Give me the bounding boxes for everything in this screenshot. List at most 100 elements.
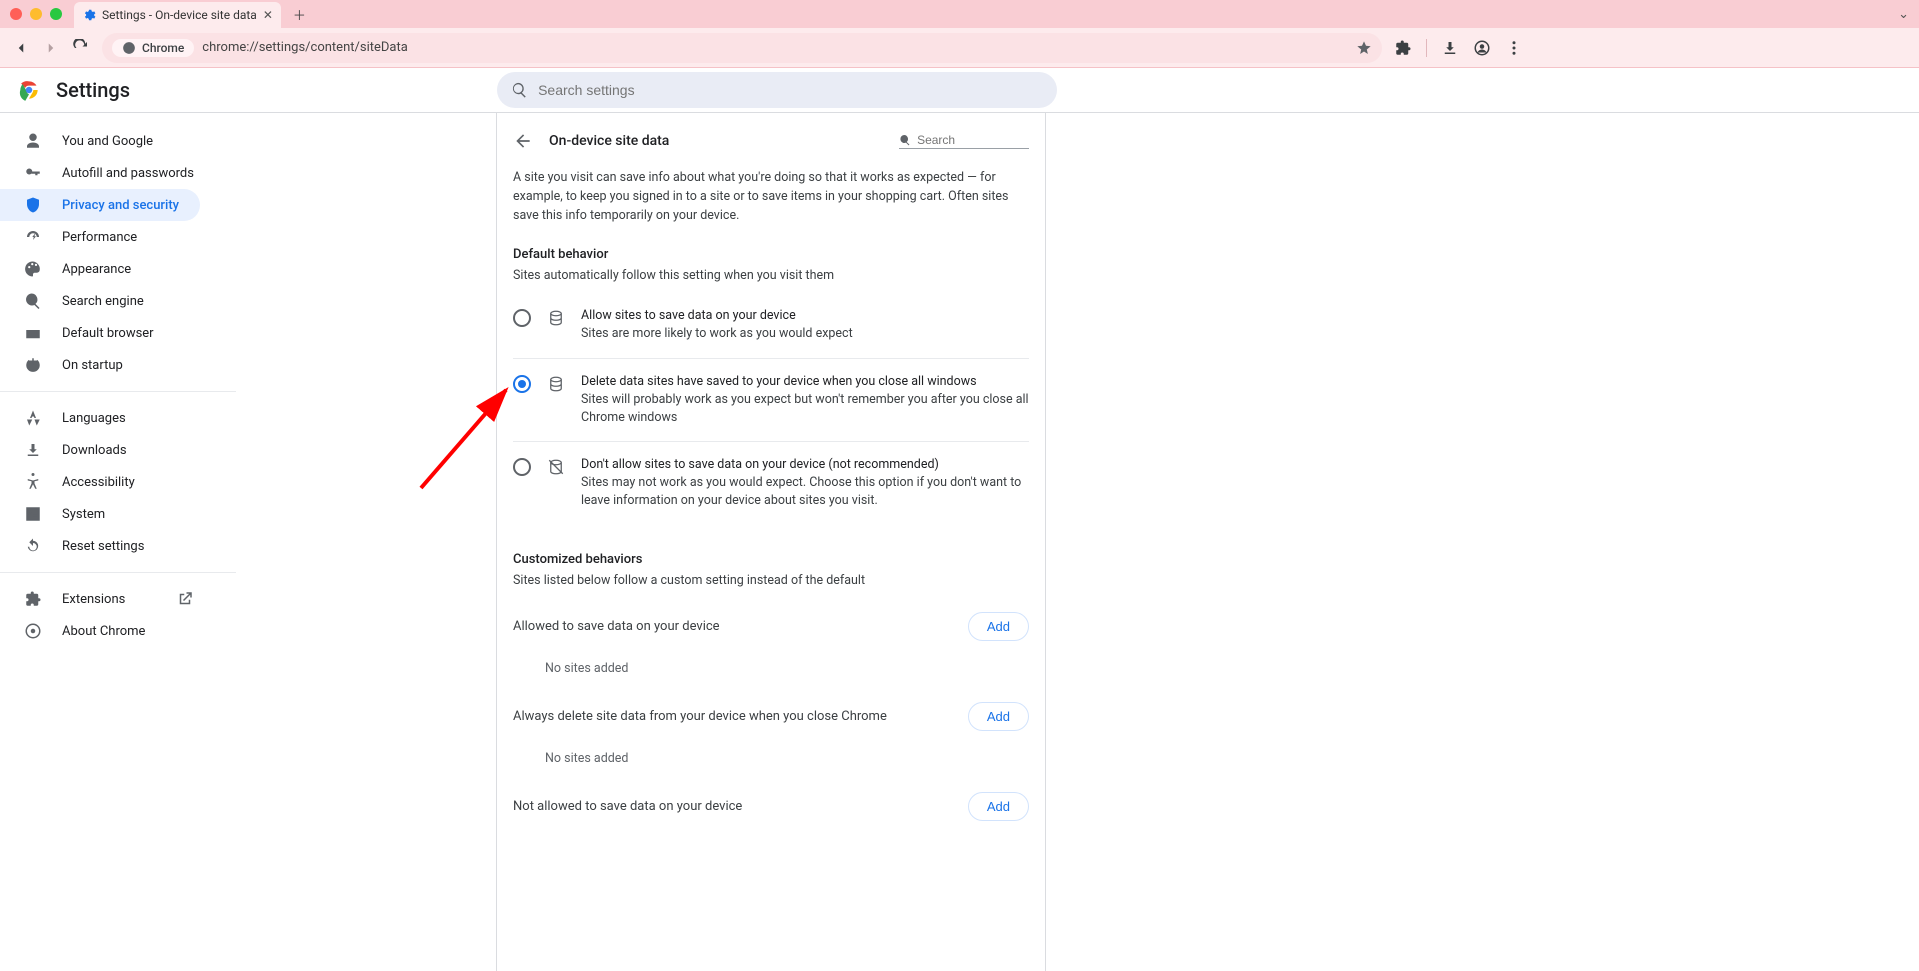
sidebar-item-accessibility[interactable]: Accessibility bbox=[0, 466, 200, 498]
chrome-logo-icon bbox=[16, 77, 42, 103]
customized-behaviors-subtitle: Sites listed below follow a custom setti… bbox=[513, 573, 1029, 588]
omnibox-chip-label: Chrome bbox=[142, 41, 184, 55]
add-allowed-site-button[interactable]: Add bbox=[968, 612, 1029, 641]
omnibox-url: chrome://settings/content/siteData bbox=[202, 40, 408, 55]
radio-text: Delete data sites have saved to your dev… bbox=[581, 373, 1029, 427]
search-icon bbox=[511, 81, 528, 99]
in-page-search[interactable] bbox=[899, 133, 1029, 149]
sidebar-label: Search engine bbox=[62, 294, 144, 309]
always-delete-section: Always delete site data from your device… bbox=[513, 688, 1029, 745]
settings-search-box[interactable] bbox=[497, 72, 1057, 108]
sidebar-label: You and Google bbox=[62, 134, 153, 149]
window-maximize-icon[interactable] bbox=[50, 8, 62, 20]
sidebar-label: Extensions bbox=[62, 592, 125, 607]
settings-search-input[interactable] bbox=[538, 82, 1043, 98]
back-arrow-icon[interactable] bbox=[513, 131, 533, 151]
browser-toolbar: Chrome chrome://settings/content/siteDat… bbox=[0, 28, 1919, 68]
chrome-favicon-icon bbox=[122, 41, 136, 55]
allowed-sites-label: Allowed to save data on your device bbox=[513, 619, 720, 634]
add-not-allowed-site-button[interactable]: Add bbox=[968, 792, 1029, 821]
default-behavior-subtitle: Sites automatically follow this setting … bbox=[513, 268, 1029, 283]
sidebar-label: Languages bbox=[62, 411, 126, 426]
sidebar-label: System bbox=[62, 507, 105, 522]
sidebar-item-about-chrome[interactable]: About Chrome bbox=[0, 615, 200, 647]
sidebar-label: Default browser bbox=[62, 326, 154, 341]
database-icon bbox=[547, 375, 565, 393]
database-icon bbox=[547, 309, 565, 327]
page-intro-text: A site you visit can save info about wha… bbox=[513, 169, 1029, 225]
customized-behaviors-title: Customized behaviors bbox=[513, 552, 1029, 567]
always-delete-label: Always delete site data from your device… bbox=[513, 709, 887, 724]
allowed-sites-section: Allowed to save data on your device Add bbox=[513, 598, 1029, 655]
settings-gear-icon bbox=[82, 8, 96, 22]
browser-tab[interactable]: Settings - On-device site data ✕ bbox=[74, 2, 281, 28]
tab-close-icon[interactable]: ✕ bbox=[263, 8, 273, 22]
sidebar-item-system[interactable]: System bbox=[0, 498, 200, 530]
tab-title: Settings - On-device site data bbox=[102, 8, 257, 22]
toolbar-separator bbox=[1426, 39, 1427, 57]
sidebar-label: Performance bbox=[62, 230, 137, 245]
omnibox[interactable]: Chrome chrome://settings/content/siteDat… bbox=[102, 33, 1382, 63]
sidebar-item-reset[interactable]: Reset settings bbox=[0, 530, 200, 562]
search-icon bbox=[899, 133, 911, 147]
omnibox-site-chip[interactable]: Chrome bbox=[112, 39, 194, 57]
tab-strip: Settings - On-device site data ✕ ＋ ⌄ bbox=[0, 0, 1919, 28]
sidebar-item-appearance[interactable]: Appearance bbox=[0, 253, 200, 285]
radio-option-block[interactable]: Don't allow sites to save data on your d… bbox=[513, 442, 1029, 524]
profile-icon[interactable] bbox=[1473, 39, 1491, 57]
not-allowed-section: Not allowed to save data on your device … bbox=[513, 778, 1029, 835]
sidebar-item-autofill[interactable]: Autofill and passwords bbox=[0, 157, 200, 189]
kebab-menu-icon[interactable] bbox=[1505, 39, 1523, 57]
add-always-delete-site-button[interactable]: Add bbox=[968, 702, 1029, 731]
radio-option-allow[interactable]: Allow sites to save data on your deviceS… bbox=[513, 293, 1029, 358]
radio-button-allow[interactable] bbox=[513, 309, 531, 327]
in-page-search-input[interactable] bbox=[917, 133, 1029, 147]
default-behavior-title: Default behavior bbox=[513, 247, 1029, 262]
sidebar-item-you-and-google[interactable]: You and Google bbox=[0, 125, 200, 157]
bookmark-star-icon[interactable] bbox=[1356, 40, 1372, 56]
tabs-dropdown-icon[interactable]: ⌄ bbox=[1898, 7, 1909, 22]
radio-button-block[interactable] bbox=[513, 458, 531, 476]
settings-content-column: On-device site data A site you visit can… bbox=[246, 113, 1919, 971]
not-allowed-label: Not allowed to save data on your device bbox=[513, 799, 742, 814]
database-off-icon bbox=[547, 458, 565, 476]
sidebar-separator bbox=[0, 391, 236, 392]
settings-card: On-device site data A site you visit can… bbox=[496, 113, 1046, 971]
main-area: You and Google Autofill and passwords Pr… bbox=[0, 113, 1919, 971]
sidebar-label: Appearance bbox=[62, 262, 131, 277]
sidebar-separator bbox=[0, 572, 236, 573]
window-traffic-lights bbox=[10, 8, 62, 20]
sidebar-item-downloads[interactable]: Downloads bbox=[0, 434, 200, 466]
always-delete-no-sites: No sites added bbox=[513, 745, 1029, 778]
page-title: On-device site data bbox=[549, 133, 669, 149]
nav-forward-button[interactable] bbox=[42, 39, 60, 57]
sidebar-item-default-browser[interactable]: Default browser bbox=[0, 317, 200, 349]
sidebar-item-performance[interactable]: Performance bbox=[0, 221, 200, 253]
page-header: On-device site data bbox=[513, 113, 1029, 169]
settings-app-title: Settings bbox=[56, 78, 130, 102]
new-tab-button[interactable]: ＋ bbox=[289, 1, 310, 28]
extensions-puzzle-icon[interactable] bbox=[1394, 39, 1412, 57]
sidebar-item-privacy[interactable]: Privacy and security bbox=[0, 189, 200, 221]
toolbar-actions bbox=[1394, 39, 1523, 57]
sidebar-item-extensions[interactable]: Extensions bbox=[0, 583, 200, 615]
sidebar-label: Privacy and security bbox=[62, 198, 179, 213]
radio-button-delete-on-close[interactable] bbox=[513, 375, 531, 393]
window-minimize-icon[interactable] bbox=[30, 8, 42, 20]
downloads-icon[interactable] bbox=[1441, 39, 1459, 57]
radio-text: Allow sites to save data on your deviceS… bbox=[581, 307, 853, 343]
sidebar-label: Accessibility bbox=[62, 475, 135, 490]
external-link-icon bbox=[176, 590, 194, 608]
nav-reload-button[interactable] bbox=[72, 39, 90, 57]
sidebar-item-search-engine[interactable]: Search engine bbox=[0, 285, 200, 317]
nav-back-button[interactable] bbox=[12, 39, 30, 57]
settings-sidebar: You and Google Autofill and passwords Pr… bbox=[0, 113, 246, 971]
sidebar-label: Downloads bbox=[62, 443, 127, 458]
radio-option-delete-on-close[interactable]: Delete data sites have saved to your dev… bbox=[513, 359, 1029, 442]
sidebar-item-on-startup[interactable]: On startup bbox=[0, 349, 200, 381]
sidebar-label: Autofill and passwords bbox=[62, 166, 194, 181]
sidebar-label: About Chrome bbox=[62, 624, 145, 639]
window-close-icon[interactable] bbox=[10, 8, 22, 20]
radio-text: Don't allow sites to save data on your d… bbox=[581, 456, 1029, 510]
sidebar-item-languages[interactable]: Languages bbox=[0, 402, 200, 434]
